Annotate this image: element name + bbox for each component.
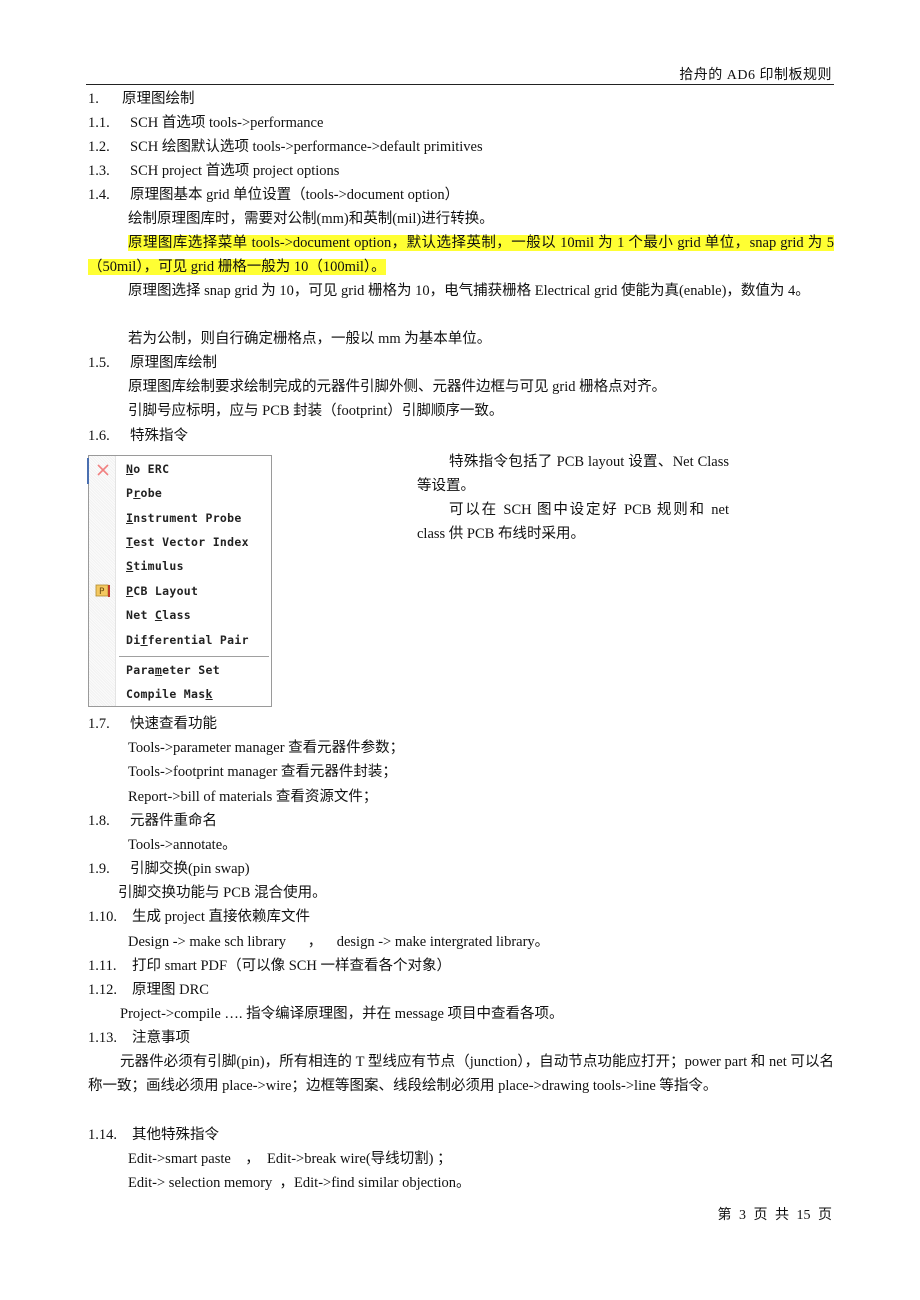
section-text: 原理图基本 grid 单位设置（tools->document option） [130,187,460,203]
side-para-2: 可以在 SCH 图中设定好 PCB 规则和 net class 供 PCB 布线… [417,502,729,542]
section-1-3: 1.3. SCH project 首选项 project options [88,161,339,181]
section-1-1: 1.1. SCH 首选项 tools->performance [88,113,323,133]
section-number: 1.14. [88,1127,117,1143]
section-1-14-line-1: Edit->smart paste ， Edit->break wire(导线切… [128,1151,452,1167]
menu-item-no-erc[interactable]: No ERC [126,459,169,479]
menu-item-test-vector-index[interactable]: Test Vector Index [126,532,249,552]
highlighted-text: 原理图库选择菜单 tools->document option，默认选择英制，一… [88,235,834,275]
section-text: 注意事项 [132,1030,190,1046]
section-1-4-highlighted-para: 原理图库选择菜单 tools->document option，默认选择英制，一… [88,231,834,279]
section-text: 生成 project 直接依赖库文件 [132,909,311,925]
section-number: 1.11. [88,958,117,974]
section-1-10: 1.10. 生成 project 直接依赖库文件 [88,907,310,927]
section-text: 原理图库绘制 [130,355,217,371]
section-1-14-line-2: Edit-> selection memory ，Edit->find simi… [128,1175,471,1191]
section-1-4-para-1: 绘制原理图库时，需要对公制(mm)和英制(mil)进行转换。 [128,211,494,227]
menu-item-pcb-layout[interactable]: PCB Layout [126,581,198,601]
page-number-footer: 第 3 页 共 15 页 [717,1208,833,1223]
section-number: 1.4. [88,187,110,203]
menu-accent-bar [87,458,89,484]
section-1-5-para-1: 原理图库绘制要求绘制完成的元器件引脚外侧、元器件边框与可见 grid 栅格点对齐… [128,379,667,395]
section-text: 元器件重命名 [130,813,217,829]
section-number: 1. [88,91,99,107]
section-number: 1.8. [88,813,110,829]
section-1-13-para: 元器件必须有引脚(pin)，所有相连的 T 型线应有节点（junction），自… [88,1054,834,1094]
menu-item-differential-pair[interactable]: Differential Pair [126,630,249,650]
section-1-5: 1.5. 原理图库绘制 [88,353,217,373]
section-1-9-line-1: 引脚交换功能与 PCB 混合使用。 [118,885,327,901]
section-1-11: 1.11. 打印 smart PDF（可以像 SCH 一样查看各个对象） [88,956,451,976]
section-1-6-description: 特殊指令包括了 PCB layout 设置、Net Class 等设置。 可以在… [417,450,729,546]
section-1-4-para-4: 若为公制，则自行确定栅格点，一般以 mm 为基本单位。 [128,331,492,347]
section-text: SCH 首选项 tools->performance [130,115,324,131]
section-1-7-line-2: Tools->footprint manager 查看元器件封装； [128,764,397,780]
header-rule [86,84,834,85]
section-text: SCH 绘图默认选项 tools->performance->default p… [130,139,483,155]
section-1-7-line-3: Report->bill of materials 查看资源文件； [128,789,378,805]
no-erc-x-icon [97,464,109,476]
document-header-title: 拾舟的 AD6 印制板规则 [679,68,832,83]
section-1-4: 1.4. 原理图基本 grid 单位设置（tools->document opti… [88,185,459,205]
section-text: 引脚交换(pin swap) [130,861,250,877]
section-title: 原理图绘制 [122,91,195,107]
menu-item-probe[interactable]: Probe [126,483,162,503]
pcb-layout-directive-icon: P [95,584,110,597]
section-number: 1.5. [88,355,110,371]
section-text: 打印 smart PDF（可以像 SCH 一样查看各个对象） [132,958,452,974]
section-text: 原理图 DRC [132,982,209,998]
section-text: 特殊指令 [130,428,188,444]
section-1-8: 1.8. 元器件重命名 [88,811,217,831]
section-number: 1.10. [88,909,117,925]
section-text: SCH project 首选项 project options [130,163,340,179]
section-number: 1.3. [88,163,110,179]
side-para-1: 特殊指令包括了 PCB layout 设置、Net Class 等设置。 [417,454,729,494]
section-1-6: 1.6. 特殊指令 [88,426,188,446]
section-1-12: 1.12. 原理图 DRC [88,980,209,1000]
section-1-10-line-1: Design -> make sch library ， design -> m… [128,934,550,950]
menu-icon-gutter [89,456,116,706]
section-1-5-para-2: 引脚号应标明，应与 PCB 封装（footprint）引脚顺序一致。 [128,403,504,419]
section-1-7-line-1: Tools->parameter manager 查看元器件参数； [128,740,405,756]
section-1-heading: 1. 原理图绘制 [88,89,195,109]
section-number: 1.12. [88,982,117,998]
section-number: 1.13. [88,1030,117,1046]
menu-item-parameter-set[interactable]: Parameter Set [126,660,220,680]
menu-item-stimulus[interactable]: Stimulus [126,556,184,576]
section-number: 1.7. [88,716,110,732]
menu-item-net-class[interactable]: Net Class [126,605,191,625]
menu-item-compile-mask[interactable]: Compile Mask [126,684,213,704]
section-number: 1.1. [88,115,110,131]
section-1-2: 1.2. SCH 绘图默认选项 tools->performance->defau… [88,137,483,157]
section-1-14: 1.14. 其他特殊指令 [88,1125,219,1145]
section-number: 1.9. [88,861,110,877]
menu-item-instrument-probe[interactable]: Instrument Probe [126,508,242,528]
section-text: 其他特殊指令 [132,1127,219,1143]
place-directives-context-menu: P No ERC Probe Instrument Probe Test Vec… [87,455,272,707]
section-number: 1.6. [88,428,110,444]
section-text: 快速查看功能 [130,716,217,732]
section-1-4-para-3: 原理图选择 snap grid 为 10，可见 grid 栅格为 10，电气捕获… [128,283,810,299]
menu-separator [119,656,269,657]
section-number: 1.2. [88,139,110,155]
svg-text:P: P [99,587,105,597]
section-1-7: 1.7. 快速查看功能 [88,714,217,734]
section-1-12-line-1: Project->compile …. 指令编译原理图，并在 message 项… [120,1006,564,1022]
section-1-13: 1.13. 注意事项 [88,1028,190,1048]
section-1-8-line-1: Tools->annotate。 [128,837,237,853]
section-1-9: 1.9. 引脚交换(pin swap) [88,859,250,879]
